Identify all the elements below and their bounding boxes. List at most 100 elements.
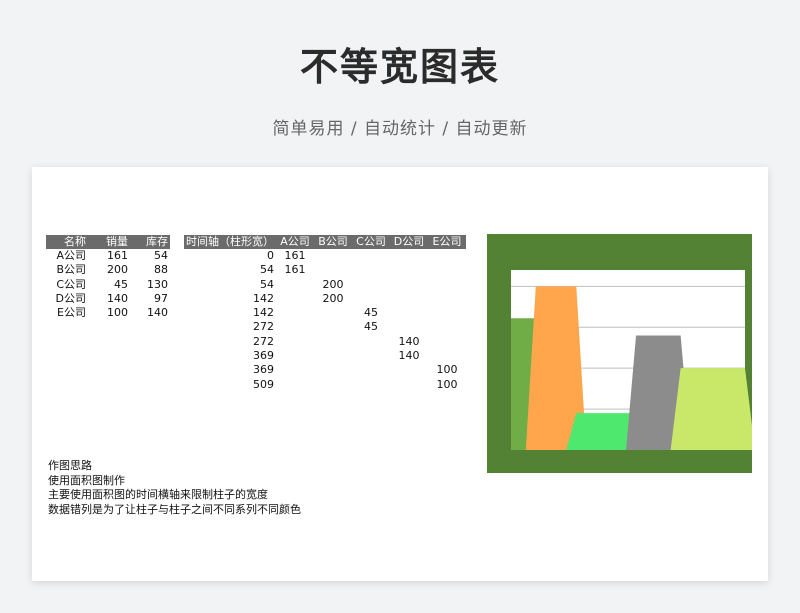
cell[interactable] <box>352 249 390 263</box>
header-cell[interactable]: B公司 <box>314 235 352 249</box>
cell[interactable] <box>276 378 314 392</box>
area-chart[interactable] <box>487 234 752 473</box>
cell[interactable] <box>314 320 352 334</box>
cell[interactable] <box>276 278 314 292</box>
header-cell[interactable]: 时间轴（柱形宽） <box>184 235 276 249</box>
notes-line[interactable]: 使用面积图制作 <box>48 474 301 489</box>
cell[interactable]: 88 <box>130 263 170 277</box>
sales-table: 名称 销量 库存 A公司 161 54 B公司 200 88 C公司 45 13… <box>46 235 170 320</box>
cell[interactable] <box>428 335 466 349</box>
area-series-E公司[interactable] <box>670 368 752 450</box>
header-cell[interactable]: 库存 <box>130 235 170 249</box>
cell[interactable]: 54 <box>184 263 276 277</box>
header-cell[interactable]: D公司 <box>390 235 428 249</box>
cell[interactable]: 200 <box>314 278 352 292</box>
cell[interactable] <box>352 263 390 277</box>
cell[interactable] <box>314 306 352 320</box>
cell[interactable] <box>276 320 314 334</box>
notes-line[interactable]: 主要使用面积图的时间横轴来限制柱子的宽度 <box>48 488 301 503</box>
cell[interactable] <box>390 278 428 292</box>
table-row: 142 45 <box>184 306 466 320</box>
cell[interactable] <box>428 349 466 363</box>
cell[interactable]: 369 <box>184 363 276 377</box>
table-row: D公司 140 97 <box>46 292 170 306</box>
cell[interactable] <box>314 349 352 363</box>
cell[interactable] <box>390 363 428 377</box>
cell[interactable] <box>428 278 466 292</box>
header-cell[interactable]: A公司 <box>276 235 314 249</box>
cell[interactable]: 142 <box>184 292 276 306</box>
cell[interactable] <box>314 249 352 263</box>
cell[interactable]: 200 <box>314 292 352 306</box>
cell[interactable]: D公司 <box>46 292 88 306</box>
cell[interactable] <box>276 306 314 320</box>
cell[interactable] <box>314 335 352 349</box>
cell[interactable]: 161 <box>88 249 130 263</box>
cell[interactable] <box>276 363 314 377</box>
cell[interactable] <box>276 349 314 363</box>
cell[interactable]: 97 <box>130 292 170 306</box>
cell[interactable]: 140 <box>130 306 170 320</box>
cell[interactable] <box>352 363 390 377</box>
cell[interactable]: 272 <box>184 320 276 334</box>
cell[interactable] <box>390 249 428 263</box>
table-row: 369 140 <box>184 349 466 363</box>
spreadsheet-area: 名称 销量 库存 A公司 161 54 B公司 200 88 C公司 45 13… <box>32 167 768 581</box>
cell[interactable]: A公司 <box>46 249 88 263</box>
cell[interactable] <box>390 263 428 277</box>
cell[interactable]: 0 <box>184 249 276 263</box>
cell[interactable] <box>352 278 390 292</box>
header-cell[interactable]: 销量 <box>88 235 130 249</box>
cell[interactable]: 45 <box>352 320 390 334</box>
cell[interactable] <box>390 292 428 306</box>
cell[interactable]: C公司 <box>46 278 88 292</box>
notes-line[interactable]: 作图思路 <box>48 459 301 474</box>
cell[interactable] <box>352 292 390 306</box>
cell[interactable] <box>390 320 428 334</box>
cell[interactable] <box>314 263 352 277</box>
cell[interactable] <box>428 306 466 320</box>
header-cell[interactable]: C公司 <box>352 235 390 249</box>
cell[interactable]: 161 <box>276 263 314 277</box>
cell[interactable]: B公司 <box>46 263 88 277</box>
cell[interactable]: 54 <box>130 249 170 263</box>
cell[interactable]: 54 <box>184 278 276 292</box>
notes-line[interactable]: 数据错列是为了让柱子与柱子之间不同系列不同颜色 <box>48 503 301 518</box>
cell[interactable] <box>276 335 314 349</box>
cell[interactable]: 272 <box>184 335 276 349</box>
header-cell[interactable]: E公司 <box>428 235 466 249</box>
timeline-table-header: 时间轴（柱形宽） A公司 B公司 C公司 D公司 E公司 <box>184 235 466 249</box>
cell[interactable]: 140 <box>88 292 130 306</box>
cell[interactable] <box>390 306 428 320</box>
cell[interactable]: 140 <box>390 335 428 349</box>
cell[interactable] <box>428 263 466 277</box>
cell[interactable] <box>314 363 352 377</box>
cell[interactable] <box>352 335 390 349</box>
cell[interactable]: 100 <box>428 363 466 377</box>
cell[interactable]: 130 <box>130 278 170 292</box>
cell[interactable] <box>352 378 390 392</box>
table-row: 369 100 <box>184 363 466 377</box>
cell[interactable]: 100 <box>88 306 130 320</box>
table-row: 54 161 <box>184 263 466 277</box>
cell[interactable] <box>314 378 352 392</box>
table-row: 142 200 <box>184 292 466 306</box>
cell[interactable]: 369 <box>184 349 276 363</box>
cell[interactable] <box>276 292 314 306</box>
cell[interactable]: E公司 <box>46 306 88 320</box>
cell[interactable] <box>390 378 428 392</box>
cell[interactable]: 142 <box>184 306 276 320</box>
cell[interactable] <box>352 349 390 363</box>
header-cell[interactable]: 名称 <box>46 235 88 249</box>
cell[interactable]: 45 <box>88 278 130 292</box>
cell[interactable]: 161 <box>276 249 314 263</box>
cell[interactable]: 509 <box>184 378 276 392</box>
cell[interactable] <box>428 292 466 306</box>
cell[interactable] <box>428 320 466 334</box>
table-row: 272 140 <box>184 335 466 349</box>
cell[interactable]: 140 <box>390 349 428 363</box>
cell[interactable]: 200 <box>88 263 130 277</box>
cell[interactable]: 45 <box>352 306 390 320</box>
cell[interactable] <box>428 249 466 263</box>
cell[interactable]: 100 <box>428 378 466 392</box>
